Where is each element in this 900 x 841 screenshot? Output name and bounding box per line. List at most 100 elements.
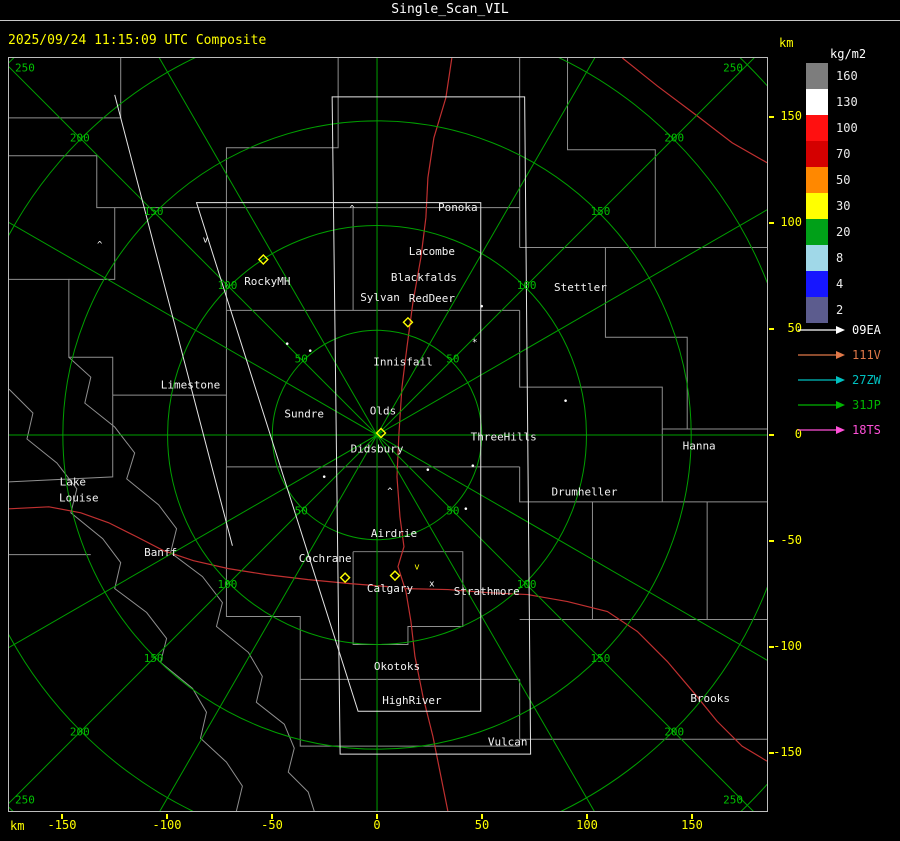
bottom-axis-tick: [691, 814, 693, 819]
site-diamond-marker: [389, 570, 401, 582]
city-label: Sundre: [284, 408, 324, 421]
radar-arrow-head: [836, 325, 845, 334]
bottom-axis-tick-label: 0: [373, 818, 381, 832]
legend-row: 4: [806, 271, 858, 297]
scan-area-outline: [331, 96, 532, 755]
bottom-axis-tick-label: 50: [474, 818, 490, 832]
county-boundary-line: [225, 466, 520, 680]
radar-arrow-icon: [798, 350, 845, 359]
city-label: Airdrie: [371, 527, 417, 540]
county-boundary-line: [9, 278, 114, 396]
range-label: 100: [218, 578, 238, 591]
right-axis-tick: [769, 752, 774, 754]
county-boundary-line: [567, 58, 656, 248]
point-marker: ^: [387, 487, 393, 497]
county-boundary-line: [9, 155, 227, 209]
legend-value: 100: [836, 121, 858, 135]
legend-value: 70: [836, 147, 851, 161]
bottom-axis-tick: [61, 814, 63, 819]
city-label: RockyMH: [244, 275, 290, 288]
right-axis-tick-label: 100: [780, 215, 802, 229]
legend-color-swatch: [806, 89, 828, 115]
city-label: Olds: [370, 405, 396, 418]
county-boundary-line: [68, 356, 315, 811]
highway-line: [9, 506, 389, 588]
range-label: 50: [295, 353, 308, 366]
site-diamond-marker: [339, 572, 351, 584]
city-label: Drumheller: [551, 485, 617, 498]
county-boundary-line: [299, 679, 520, 747]
range-label: 50: [446, 353, 459, 366]
point-marker: •: [285, 340, 290, 350]
right-axis-tick: [769, 328, 774, 330]
range-label: 100: [517, 279, 537, 292]
range-label: 50: [446, 504, 459, 517]
right-axis-tick: [769, 434, 774, 436]
range-label: 250: [15, 61, 35, 74]
city-label: Limestone: [161, 379, 220, 392]
bottom-axis-tick-label: 100: [576, 818, 598, 832]
range-label: 50: [295, 504, 308, 517]
city-label: ThreeHills: [471, 430, 537, 443]
radar-legend-row: 31JP: [798, 392, 881, 417]
bottom-axis-tick: [376, 814, 378, 819]
right-axis-tick-label: 150: [780, 109, 802, 123]
range-label: 150: [591, 652, 611, 665]
highway-line: [622, 58, 767, 164]
city-label: Okotoks: [374, 660, 420, 673]
range-label: 200: [664, 131, 684, 144]
county-boundary-line: [68, 207, 116, 280]
radar-arrow-head: [836, 425, 845, 434]
point-marker: •: [425, 466, 430, 476]
legend-value: 160: [836, 69, 858, 83]
county-boundary-line: [225, 58, 339, 208]
bottom-axis-tick-label: -150: [47, 818, 77, 832]
bottom-axis-tick: [166, 814, 168, 819]
radar-id-label: 111V: [852, 347, 881, 362]
point-marker: v: [203, 236, 208, 246]
radar-legend-row: 09EA: [798, 317, 881, 342]
bottom-axis-tick: [271, 814, 273, 819]
right-axis-tick: [769, 646, 774, 648]
legend-color-swatch: [806, 245, 828, 271]
point-marker: v: [414, 563, 419, 573]
bottom-axis-tick-label: -50: [261, 818, 283, 832]
legend-row: 8: [806, 245, 858, 271]
scan-timestamp: 2025/09/24 11:15:09 UTC Composite: [8, 33, 267, 48]
range-label: 200: [70, 726, 90, 739]
point-marker: •: [470, 462, 475, 472]
bottom-axis-tick: [586, 814, 588, 819]
legend-color-swatch: [806, 63, 828, 89]
city-label: Calgary: [367, 582, 414, 595]
right-axis-tick: [769, 540, 774, 542]
bottom-axis-tick-label: -100: [152, 818, 182, 832]
city-label: Lake: [60, 475, 86, 488]
city-label: Vulcan: [488, 736, 528, 749]
city-label: Blackfalds: [391, 271, 457, 284]
city-label: Louise: [59, 491, 99, 504]
range-label: 250: [723, 794, 743, 807]
range-label: 150: [144, 205, 164, 218]
county-boundary-line: [9, 388, 243, 811]
radar-arrow-head: [836, 375, 845, 384]
legend-row: 70: [806, 141, 858, 167]
range-label: 150: [591, 205, 611, 218]
radar-id-label: 27ZW: [852, 372, 881, 387]
legend-row: 30: [806, 193, 858, 219]
city-label: RedDeer: [409, 292, 456, 305]
point-marker: x: [429, 580, 435, 590]
point-marker: •: [563, 397, 568, 407]
legend-value: 2: [836, 303, 844, 317]
city-label: Stettler: [554, 281, 607, 294]
radar-map-canvas[interactable]: 250 250 250 250 200 200 200 200 150 150 150 150 100 1…: [8, 57, 768, 812]
radar-id-label: 31JP: [852, 397, 881, 412]
right-axis-tick: [769, 222, 774, 224]
city-label: Didsbury: [351, 442, 404, 455]
range-label: 250: [15, 794, 35, 807]
radar-legend-row: 18TS: [798, 417, 881, 442]
legend-row: 160: [806, 63, 858, 89]
point-marker: •: [308, 347, 313, 357]
point-marker: •: [321, 473, 326, 483]
legend-value: 30: [836, 199, 851, 213]
range-label: 200: [70, 131, 90, 144]
